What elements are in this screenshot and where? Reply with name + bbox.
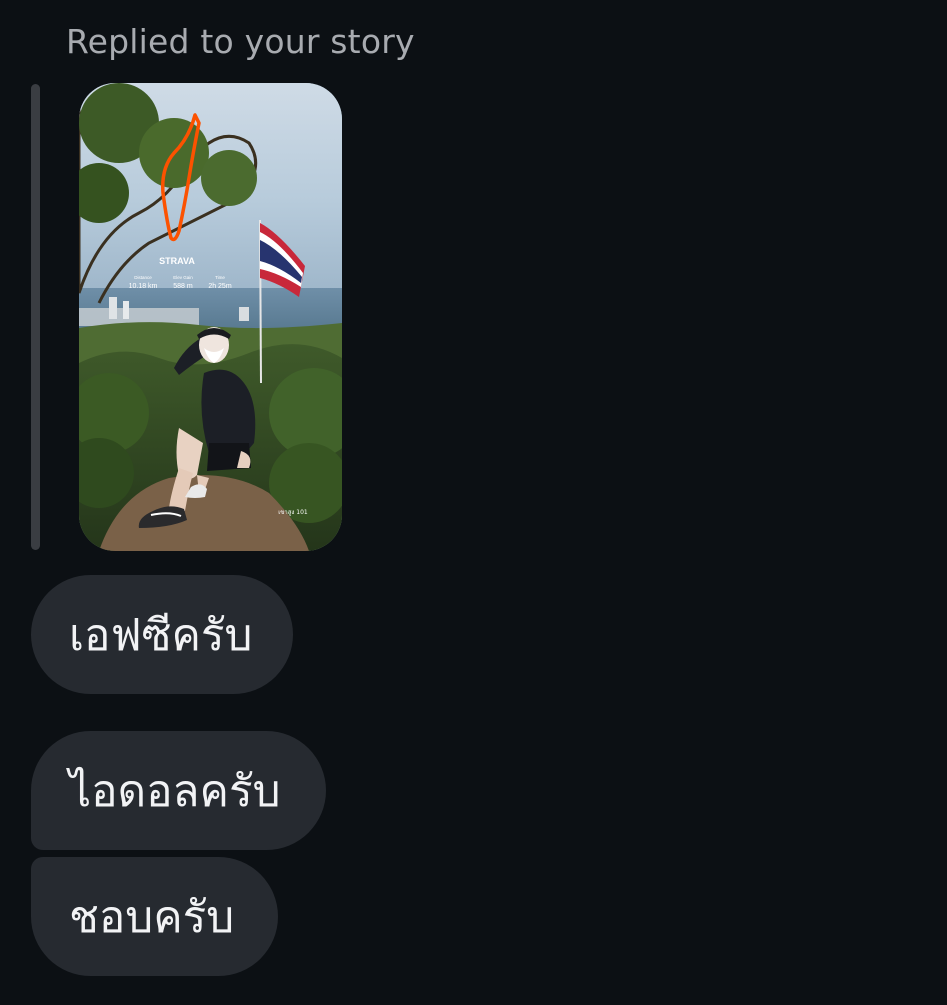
story-thumbnail[interactable]: STRAVA Distance Elev Gain Time 10.18 km … — [79, 83, 342, 551]
message-text: เอฟซีครับ — [69, 609, 253, 661]
replied-to-story-label: Replied to your story — [66, 22, 415, 61]
message-text: ชอบครับ — [69, 891, 235, 943]
message-bubble[interactable]: ชอบครับ — [31, 857, 278, 976]
message-bubble[interactable]: ไอดอลครับ — [31, 731, 326, 850]
stat-value-distance: 10.18 km — [129, 283, 158, 290]
stat-value-elev: 588 m — [173, 283, 193, 290]
location-tag: เขาสูง 101 — [278, 509, 308, 516]
stat-label-elev: Elev Gain — [173, 275, 193, 280]
message-text: ไอดอลครับ — [69, 765, 281, 817]
dm-thread: Replied to your story STRAVA Distance El… — [0, 0, 947, 1005]
story-reply-indicator-bar — [31, 84, 40, 550]
message-bubble[interactable]: เอฟซีครับ — [31, 575, 293, 694]
stat-label-time: Time — [215, 275, 225, 280]
stat-value-time: 2h 25m — [208, 283, 232, 290]
story-photo: STRAVA Distance Elev Gain Time 10.18 km … — [79, 83, 342, 551]
strava-brand-text: STRAVA — [159, 256, 195, 266]
stat-label-distance: Distance — [134, 275, 152, 280]
